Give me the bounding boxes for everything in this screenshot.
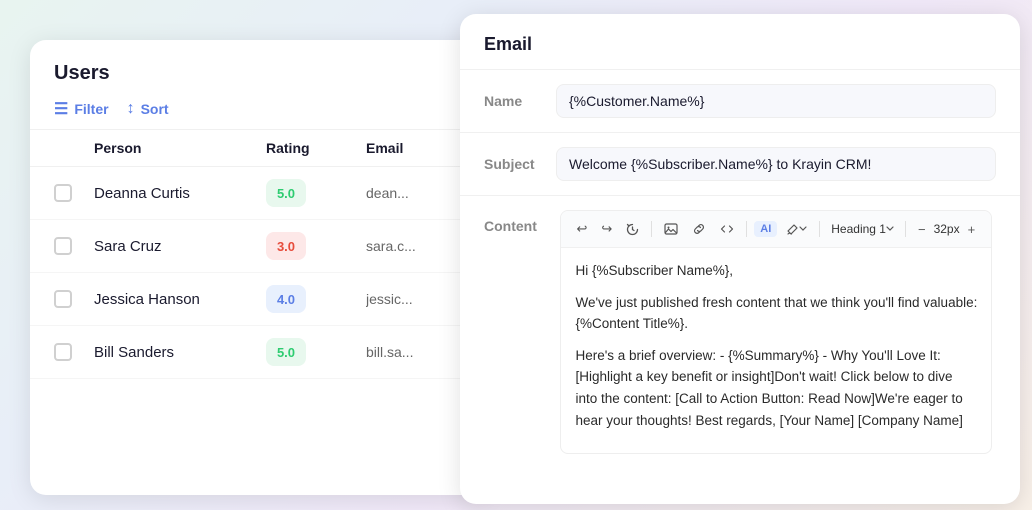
email-cell: bill.sa... bbox=[366, 344, 466, 360]
heading-selector[interactable]: Heading 1 bbox=[827, 220, 898, 238]
name-input[interactable]: {%Customer.Name%} bbox=[556, 84, 996, 118]
redo-button[interactable]: ↪ bbox=[596, 218, 617, 240]
code-button[interactable] bbox=[715, 219, 739, 239]
checkbox-header-cell bbox=[54, 140, 94, 156]
editor-line-1: Hi {%Subscriber Name%}, bbox=[575, 260, 977, 282]
rating-cell: 4.0 bbox=[266, 285, 366, 313]
email-cell: jessic... bbox=[366, 291, 466, 307]
person-name: Jessica Hanson bbox=[94, 291, 266, 308]
toolbar-separator bbox=[651, 221, 652, 237]
users-toolbar: ☰ Filter ↕ Sort bbox=[30, 85, 490, 130]
users-panel: Users ☰ Filter ↕ Sort Person Rating Emai… bbox=[30, 40, 490, 495]
chevron-down-icon bbox=[886, 225, 894, 233]
link-icon bbox=[692, 222, 706, 236]
name-label: Name bbox=[484, 93, 556, 109]
person-name: Bill Sanders bbox=[94, 344, 266, 361]
editor-toolbar: ↩ ↪ bbox=[561, 211, 991, 248]
content-label: Content bbox=[484, 210, 556, 234]
person-name: Sara Cruz bbox=[94, 238, 266, 255]
table-header: Person Rating Email bbox=[30, 130, 490, 167]
content-area: Content ↩ ↪ bbox=[460, 196, 1020, 473]
row-checkbox[interactable] bbox=[54, 184, 72, 202]
email-panel-title: Email bbox=[460, 14, 1020, 70]
font-size-control: − 32px + bbox=[913, 219, 980, 240]
row-checkbox[interactable] bbox=[54, 343, 72, 361]
link-button[interactable] bbox=[687, 219, 711, 239]
rating-cell: 5.0 bbox=[266, 179, 366, 207]
chevron-down-icon bbox=[799, 225, 807, 233]
rating-badge: 4.0 bbox=[266, 285, 306, 313]
editor-line-2: We've just published fresh content that … bbox=[575, 292, 977, 335]
editor-line-3: Here's a brief overview: - {%Summary%} -… bbox=[575, 345, 977, 431]
toolbar-separator-4 bbox=[905, 221, 906, 237]
table-row: Jessica Hanson 4.0 jessic... bbox=[30, 273, 490, 326]
filter-button[interactable]: ☰ Filter bbox=[54, 99, 109, 119]
sort-icon: ↕ bbox=[127, 100, 135, 118]
rating-badge: 5.0 bbox=[266, 179, 306, 207]
email-panel: Email Name {%Customer.Name%} Subject Wel… bbox=[460, 14, 1020, 504]
ai-button[interactable]: AI bbox=[754, 221, 777, 237]
table-row: Bill Sanders 5.0 bill.sa... bbox=[30, 326, 490, 379]
rating-cell: 3.0 bbox=[266, 232, 366, 260]
rating-badge: 3.0 bbox=[266, 232, 306, 260]
person-column-header: Person bbox=[94, 140, 266, 156]
sort-button[interactable]: ↕ Sort bbox=[127, 100, 169, 118]
editor-wrapper: ↩ ↪ bbox=[560, 210, 992, 454]
subject-input[interactable]: Welcome {%Subscriber.Name%} to Krayin CR… bbox=[556, 147, 996, 181]
ai-label: AI bbox=[760, 223, 771, 235]
subject-field-row: Subject Welcome {%Subscriber.Name%} to K… bbox=[460, 133, 1020, 196]
table-row: Deanna Curtis 5.0 dean... bbox=[30, 167, 490, 220]
history-icon bbox=[626, 223, 639, 236]
font-size-decrease[interactable]: − bbox=[913, 219, 931, 240]
name-field-row: Name {%Customer.Name%} bbox=[460, 70, 1020, 133]
toolbar-separator-3 bbox=[819, 221, 820, 237]
rating-column-header: Rating bbox=[266, 140, 366, 156]
font-size-value: 32px bbox=[934, 222, 960, 236]
subject-label: Subject bbox=[484, 156, 556, 172]
row-checkbox[interactable] bbox=[54, 290, 72, 308]
filter-icon: ☰ bbox=[54, 99, 68, 119]
image-icon bbox=[664, 222, 678, 236]
heading-label: Heading 1 bbox=[831, 222, 886, 236]
toolbar-separator-2 bbox=[746, 221, 747, 237]
font-size-increase[interactable]: + bbox=[963, 219, 981, 240]
brush-icon bbox=[786, 223, 799, 236]
code-icon bbox=[720, 222, 734, 236]
undo-button[interactable]: ↩ bbox=[571, 218, 592, 240]
table-row: Sara Cruz 3.0 sara.c... bbox=[30, 220, 490, 273]
history-button[interactable] bbox=[621, 220, 644, 239]
image-button[interactable] bbox=[659, 219, 683, 239]
email-cell: dean... bbox=[366, 185, 466, 201]
rating-cell: 5.0 bbox=[266, 338, 366, 366]
brush-button[interactable] bbox=[781, 220, 812, 239]
editor-content[interactable]: Hi {%Subscriber Name%}, We've just publi… bbox=[561, 248, 991, 453]
users-title: Users bbox=[30, 40, 490, 85]
person-name: Deanna Curtis bbox=[94, 185, 266, 202]
email-cell: sara.c... bbox=[366, 238, 466, 254]
rating-badge: 5.0 bbox=[266, 338, 306, 366]
row-checkbox[interactable] bbox=[54, 237, 72, 255]
email-column-header: Email bbox=[366, 140, 466, 156]
